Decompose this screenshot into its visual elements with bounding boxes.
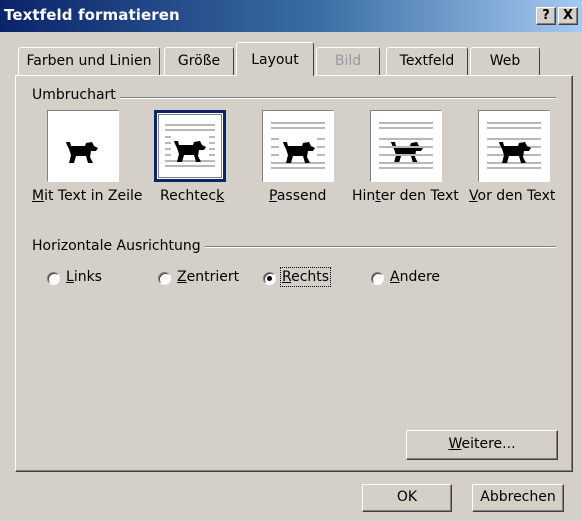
radio-circle[interactable] [47, 272, 60, 285]
radio-label: Rechts [279, 267, 332, 287]
accelerator-key: M [32, 188, 45, 204]
title-bar: Textfeld formatieren ? X [0, 0, 582, 32]
tab-web[interactable]: Web [470, 47, 540, 75]
wrap-option-square[interactable] [154, 110, 226, 182]
wrap-label-tight[interactable]: Passend [269, 188, 326, 204]
label-text: echts [291, 269, 330, 285]
square-wrap-dog-icon [165, 124, 215, 167]
window-title: Textfeld formatieren [4, 6, 180, 24]
help-button[interactable]: ? [536, 7, 556, 25]
label-text: it Text in Zeile [44, 188, 143, 204]
alignment-group-label: Horizontale Ausrichtung [32, 238, 205, 254]
more-button[interactable]: Weitere... [406, 430, 558, 460]
radio-circle[interactable] [158, 272, 171, 285]
accelerator-key: P [269, 188, 277, 204]
wrap-label-square[interactable]: Rechteck [160, 188, 224, 204]
accelerator-key: V [469, 188, 478, 204]
tab-label: Textfeld [399, 53, 455, 69]
label-text: Rechtec [160, 188, 217, 204]
label-text: entriert [186, 269, 240, 285]
label-text: assend [276, 188, 327, 204]
cancel-button[interactable]: Abbrechen [472, 484, 564, 512]
wrap-option-behind-text[interactable] [370, 110, 442, 182]
accelerator-key: R [282, 269, 292, 285]
label-text: ndere [399, 269, 441, 285]
label-text: Hin [352, 188, 376, 204]
radio-label: Zentriert [177, 269, 239, 285]
wrap-label-behind-text[interactable]: Hinter den Text [352, 188, 459, 204]
radio-label: Andere [390, 269, 440, 285]
radio-selected-dot [267, 276, 272, 281]
tab-bild: Bild [316, 47, 380, 75]
tab-label: Farben und Linien [26, 53, 152, 69]
tab-label: Bild [334, 53, 362, 69]
tab-groesse[interactable]: Größe [164, 47, 234, 75]
radio-circle[interactable] [371, 272, 384, 285]
accelerator-key: A [390, 269, 400, 285]
accelerator-key: L [66, 269, 74, 285]
tab-textfeld[interactable]: Textfeld [386, 47, 468, 75]
button-label: eitere... [461, 436, 516, 452]
in-front-dog-icon [487, 122, 541, 169]
wrap-label-in-front[interactable]: Vor den Text [469, 188, 555, 204]
label-text: inks [73, 269, 102, 285]
wrap-option-tight[interactable] [262, 110, 334, 182]
label-text: or den Text [477, 188, 556, 204]
accelerator-key: k [216, 188, 225, 204]
tight-wrap-dog-icon [271, 122, 325, 169]
radio-circle[interactable] [263, 272, 276, 285]
label-text: er den Text [380, 188, 459, 204]
wrapping-group-label: Umbruchart [32, 87, 120, 103]
tab-farben-und-linien[interactable]: Farben und Linien [18, 47, 160, 75]
wrap-option-in-front[interactable] [478, 110, 550, 182]
behind-text-dog-icon [379, 122, 433, 169]
accelerator-key: Z [177, 269, 187, 285]
wrap-label-inline[interactable]: Mit Text in Zeile [32, 188, 143, 204]
wrap-option-inline[interactable] [47, 110, 119, 182]
tab-label: Web [489, 53, 521, 69]
tab-label: Größe [177, 53, 221, 69]
inline-dog-icon [66, 142, 98, 163]
tab-label: Layout [251, 52, 299, 68]
tab-layout[interactable]: Layout [236, 42, 314, 76]
ok-button[interactable]: OK [362, 484, 452, 512]
close-button[interactable]: X [558, 7, 578, 25]
alignment-group-line [196, 246, 556, 248]
accelerator-key: W [448, 436, 462, 452]
radio-label: Links [66, 269, 102, 285]
wrapping-group-line [110, 97, 556, 99]
